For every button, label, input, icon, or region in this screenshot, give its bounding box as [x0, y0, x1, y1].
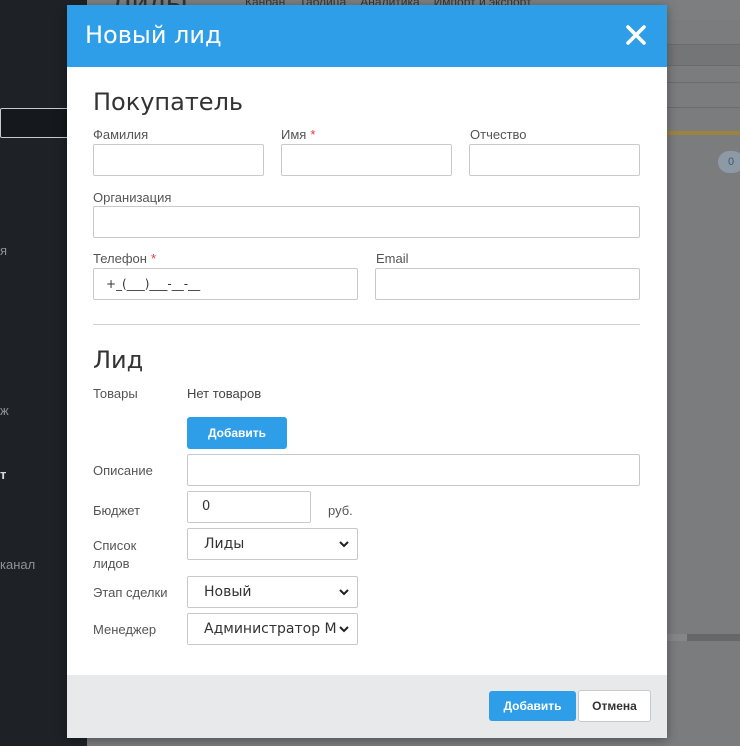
description-label: Описание [93, 463, 153, 478]
chevron-down-icon [339, 626, 349, 633]
stage-select[interactable]: Новый [187, 576, 358, 608]
manager-label: Менеджер [93, 622, 157, 637]
lead-list-label: Список лидов [93, 537, 136, 573]
organization-label: Организация [93, 190, 171, 205]
background-row [667, 44, 740, 66]
chevron-down-icon [339, 541, 349, 548]
phone-label-text: Телефон [93, 251, 147, 266]
section-divider [93, 324, 640, 325]
middle-name-label: Отчество [470, 127, 527, 142]
email-input[interactable] [375, 268, 640, 300]
dialog-title: Новый лид [85, 21, 222, 49]
description-input[interactable] [187, 454, 640, 486]
background-column-accent [667, 131, 740, 135]
stage-label: Этап сделки [93, 585, 168, 600]
budget-label: Бюджет [93, 503, 141, 518]
chevron-down-icon [339, 589, 349, 596]
stage-selected-value: Новый [204, 584, 252, 600]
last-name-label-text: Фамилия [93, 127, 149, 142]
budget-unit: руб. [328, 503, 353, 518]
first-name-input[interactable] [281, 144, 452, 176]
manager-select[interactable]: Администратор М [187, 613, 358, 645]
last-name-label: Фамилия [93, 127, 148, 142]
background-sidebar-text: канал [0, 557, 36, 572]
organization-label-text: Организация [93, 190, 172, 205]
lead-list-select[interactable]: Лиды [187, 528, 358, 560]
background-row [667, 82, 740, 108]
products-value: Нет товаров [187, 386, 262, 401]
middle-name-label-text: Отчество [470, 127, 527, 142]
close-icon [626, 25, 646, 45]
budget-input[interactable]: 0 [187, 491, 311, 523]
required-mark: * [150, 251, 156, 266]
dialog-header: Новый лид [67, 5, 667, 67]
background-scrollbar [667, 634, 740, 641]
background-sidebar-text: я [0, 243, 8, 258]
email-label: Email [376, 251, 409, 266]
middle-name-input[interactable] [469, 144, 640, 176]
organization-input[interactable] [93, 206, 640, 238]
lead-section-heading: Лид [93, 346, 144, 374]
required-mark: * [310, 127, 316, 142]
lead-list-label-line1: Список [93, 538, 137, 553]
first-name-label: Имя * [281, 127, 315, 142]
new-lead-dialog: Новый лид Покупатель Фамилия Имя * Отчест… [67, 5, 667, 738]
background-scrollbar-thumb [667, 634, 687, 641]
submit-button[interactable]: Добавить [489, 691, 576, 721]
background-sidebar-text: ж [0, 403, 9, 418]
phone-input[interactable]: +_(___)___-__-__ [93, 268, 358, 300]
add-product-button[interactable]: Добавить [187, 417, 287, 449]
buyer-section-heading: Покупатель [93, 88, 244, 116]
first-name-label-text: Имя [281, 127, 307, 142]
products-label: Товары [93, 386, 138, 401]
cancel-button[interactable]: Отмена [578, 690, 651, 722]
email-label-text: Email [376, 251, 409, 266]
lead-list-selected-value: Лиды [204, 536, 245, 552]
manager-selected-value: Администратор М [204, 621, 337, 637]
phone-label: Телефон * [93, 251, 156, 266]
lead-list-label-line2: лидов [93, 556, 130, 571]
close-button[interactable] [623, 22, 649, 48]
last-name-input[interactable] [93, 144, 264, 176]
background-sidebar-text: т [0, 467, 7, 482]
dialog-footer: Добавить Отмена [67, 675, 667, 738]
background-count-badge: 0 [718, 151, 740, 173]
